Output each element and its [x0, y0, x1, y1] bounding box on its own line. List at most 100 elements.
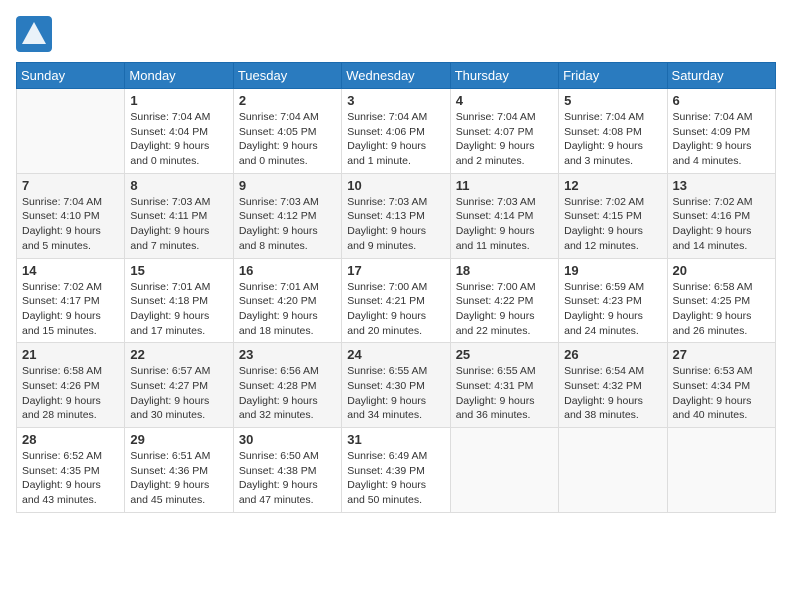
cell-info: Sunrise: 7:01 AMSunset: 4:20 PMDaylight:… — [239, 280, 336, 339]
sunrise-text: Sunrise: 7:02 AM — [22, 281, 102, 293]
header-thursday: Thursday — [450, 63, 558, 89]
sunrise-text: Sunrise: 6:56 AM — [239, 365, 319, 377]
daylight-text: Daylight: 9 hours and 5 minutes. — [22, 225, 101, 252]
sunrise-text: Sunrise: 6:57 AM — [130, 365, 210, 377]
cell-info: Sunrise: 7:04 AMSunset: 4:09 PMDaylight:… — [673, 110, 770, 169]
cell-info: Sunrise: 7:02 AM Sunset: 4:17 PM Daylight:… — [22, 280, 119, 339]
calendar-header-row: SundayMondayTuesdayWednesdayThursdayFrid… — [17, 63, 776, 89]
sunrise-text: Sunrise: 7:00 AM — [347, 281, 427, 293]
sunrise-text: Sunrise: 7:04 AM — [673, 111, 753, 123]
sunset-text: Sunset: 4:21 PM — [347, 295, 425, 307]
calendar-cell: 7 Sunrise: 7:04 AMSunset: 4:10 PMDaylight… — [17, 173, 125, 258]
calendar-week-row: 28 Sunrise: 6:52 AM Sunset: 4:35 PM Dayligh… — [17, 428, 776, 513]
sunset-text: Sunset: 4:30 PM — [347, 380, 425, 392]
day-number: 7 — [22, 178, 119, 193]
cell-info: Sunrise: 7:01 AMSunset: 4:18 PMDaylight:… — [130, 280, 227, 339]
sunrise-text: Sunrise: 6:54 AM — [564, 365, 644, 377]
sunrise-text: Sunrise: 6:55 AM — [456, 365, 536, 377]
sunset-text: Sunset: 4:38 PM — [239, 465, 317, 477]
day-number: 18 — [456, 263, 553, 278]
calendar-cell: 2Sunrise: 7:04 AMSunset: 4:05 PMDaylight… — [233, 89, 341, 174]
cell-info: Sunrise: 6:49 AM Sunset: 4:39 PM Daylight:… — [347, 449, 444, 508]
day-number: 14 — [22, 263, 119, 278]
sunset-text: Sunset: 4:20 PM — [239, 295, 317, 307]
calendar-cell: 9Sunrise: 7:03 AMSunset: 4:12 PMDaylight… — [233, 173, 341, 258]
calendar-cell: 8 Sunrise: 7:03 AMSunset: 4:11 PMDaylight… — [125, 173, 233, 258]
cell-info: Sunrise: 7:04 AMSunset: 4:07 PMDaylight:… — [456, 110, 553, 169]
day-number: 1 — [130, 93, 227, 108]
sunset-text: Sunset: 4:32 PM — [564, 380, 642, 392]
day-number: 15 — [130, 263, 227, 278]
sunrise-text: Sunrise: 7:00 AM — [456, 281, 536, 293]
sunset-text: Sunset: 4:39 PM — [347, 465, 425, 477]
day-number: 30 — [239, 432, 336, 447]
sunset-text: Sunset: 4:35 PM — [22, 465, 100, 477]
cell-info: Sunrise: 7:03 AMSunset: 4:11 PMDaylight:… — [130, 195, 227, 254]
day-number: 24 — [347, 347, 444, 362]
cell-info: Sunrise: 7:03 AMSunset: 4:13 PMDaylight:… — [347, 195, 444, 254]
sunset-text: Sunset: 4:36 PM — [130, 465, 208, 477]
day-number: 8 — [130, 178, 227, 193]
sunrise-text: Sunrise: 6:51 AM — [130, 450, 210, 462]
calendar-cell: 19Sunrise: 6:59 AMSunset: 4:23 PMDayligh… — [559, 258, 667, 343]
calendar-cell: 28Sunrise: 6:52 AMSunset: 4:35 PMDayligh… — [17, 428, 125, 513]
cell-info: Sunrise: 7:04 AMSunset: 4:04 PMDaylight:… — [130, 110, 227, 169]
day-number: 22 — [130, 347, 227, 362]
day-number: 28 — [22, 432, 119, 447]
sunset-text: Sunset: 4:27 PM — [130, 380, 208, 392]
daylight-text: Daylight: 9 hours and 45 minutes. — [130, 479, 209, 506]
sunrise-text: Sunrise: 7:04 AM — [239, 111, 319, 123]
cell-info: Sunrise: 6:58 AMSunset: 4:26 PMDaylight:… — [22, 364, 119, 423]
daylight-text: Daylight: 9 hours and 26 minutes. — [673, 310, 752, 337]
sunset-text: Sunset: 4:25 PM — [673, 295, 751, 307]
sunset-text: Sunset: 4:09 PM — [673, 126, 751, 138]
sunset-text: Sunset: 4:13 PM — [347, 210, 425, 222]
day-number: 13 — [673, 178, 770, 193]
calendar-week-row: 1 Sunrise: 7:04 AMSunset: 4:04 PMDaylight… — [17, 89, 776, 174]
cell-info: Sunrise: 6:59 AMSunset: 4:23 PMDaylight:… — [564, 280, 661, 339]
sunset-text: Sunset: 4:15 PM — [564, 210, 642, 222]
calendar-cell: 30Sunrise: 6:50 AMSunset: 4:38 PMDayligh… — [233, 428, 341, 513]
cell-info: Sunrise: 7:04 AMSunset: 4:08 PMDaylight:… — [564, 110, 661, 169]
sunset-text: Sunset: 4:23 PM — [564, 295, 642, 307]
daylight-text: Daylight: 9 hours and 50 minutes. — [347, 479, 426, 506]
sunset-text: Sunset: 4:07 PM — [456, 126, 534, 138]
day-number: 3 — [347, 93, 444, 108]
calendar-cell: 1 Sunrise: 7:04 AMSunset: 4:04 PMDaylight… — [125, 89, 233, 174]
daylight-text: Daylight: 9 hours and 15 minutes. — [22, 310, 101, 337]
cell-info: Sunrise: 7:04 AMSunset: 4:10 PMDaylight:… — [22, 195, 119, 254]
cell-info: Sunrise: 7:00 AMSunset: 4:22 PMDaylight:… — [456, 280, 553, 339]
daylight-text: Daylight: 9 hours and 24 minutes. — [564, 310, 643, 337]
daylight-text: Daylight: 9 hours and 0 minutes. — [130, 140, 209, 167]
cell-info: Sunrise: 6:52 AMSunset: 4:35 PMDaylight:… — [22, 449, 119, 508]
cell-info: Sunrise: 6:57 AMSunset: 4:27 PMDaylight:… — [130, 364, 227, 423]
cell-info: Sunrise: 6:58 AMSunset: 4:25 PMDaylight:… — [673, 280, 770, 339]
calendar-cell: 15 Sunrise: 7:01 AMSunset: 4:18 PMDayligh… — [125, 258, 233, 343]
cell-info: Sunrise: 6:53 AMSunset: 4:34 PMDaylight:… — [673, 364, 770, 423]
daylight-text: Daylight: 9 hours and 14 minutes. — [673, 225, 752, 252]
sunset-text: Sunset: 4:28 PM — [239, 380, 317, 392]
calendar-cell: 27Sunrise: 6:53 AMSunset: 4:34 PMDayligh… — [667, 343, 775, 428]
sunrise-text: Sunrise: 7:03 AM — [239, 196, 319, 208]
cell-info: Sunrise: 7:04 AMSunset: 4:05 PMDaylight:… — [239, 110, 336, 169]
daylight-text: Daylight: 9 hours and 0 minutes. — [239, 140, 318, 167]
daylight-text: Daylight: 9 hours and 3 minutes. — [564, 140, 643, 167]
sunset-text: Sunset: 4:11 PM — [130, 210, 207, 222]
day-number: 21 — [22, 347, 119, 362]
calendar-cell: 23Sunrise: 6:56 AMSunset: 4:28 PMDayligh… — [233, 343, 341, 428]
sunset-text: Sunset: 4:10 PM — [22, 210, 100, 222]
cell-info: Sunrise: 6:55 AMSunset: 4:30 PMDaylight:… — [347, 364, 444, 423]
daylight-text: Daylight: 9 hours and 11 minutes. — [456, 225, 535, 252]
day-number: 9 — [239, 178, 336, 193]
sunrise-text: Sunrise: 6:52 AM — [22, 450, 102, 462]
sunset-text: Sunset: 4:06 PM — [347, 126, 425, 138]
sunset-text: Sunset: 4:17 PM — [22, 295, 100, 307]
calendar-cell: 25Sunrise: 6:55 AMSunset: 4:31 PMDayligh… — [450, 343, 558, 428]
sunrise-text: Sunrise: 6:49 AM — [347, 450, 427, 462]
calendar-cell: 17Sunrise: 7:00 AMSunset: 4:21 PMDayligh… — [342, 258, 450, 343]
sunrise-text: Sunrise: 7:01 AM — [239, 281, 319, 293]
cell-info: Sunrise: 6:56 AMSunset: 4:28 PMDaylight:… — [239, 364, 336, 423]
cell-info: Sunrise: 7:02 AMSunset: 4:16 PMDaylight:… — [673, 195, 770, 254]
calendar-cell: 4Sunrise: 7:04 AMSunset: 4:07 PMDaylight… — [450, 89, 558, 174]
calendar-week-row: 14 Sunrise: 7:02 AM Sunset: 4:17 PM Dayligh… — [17, 258, 776, 343]
